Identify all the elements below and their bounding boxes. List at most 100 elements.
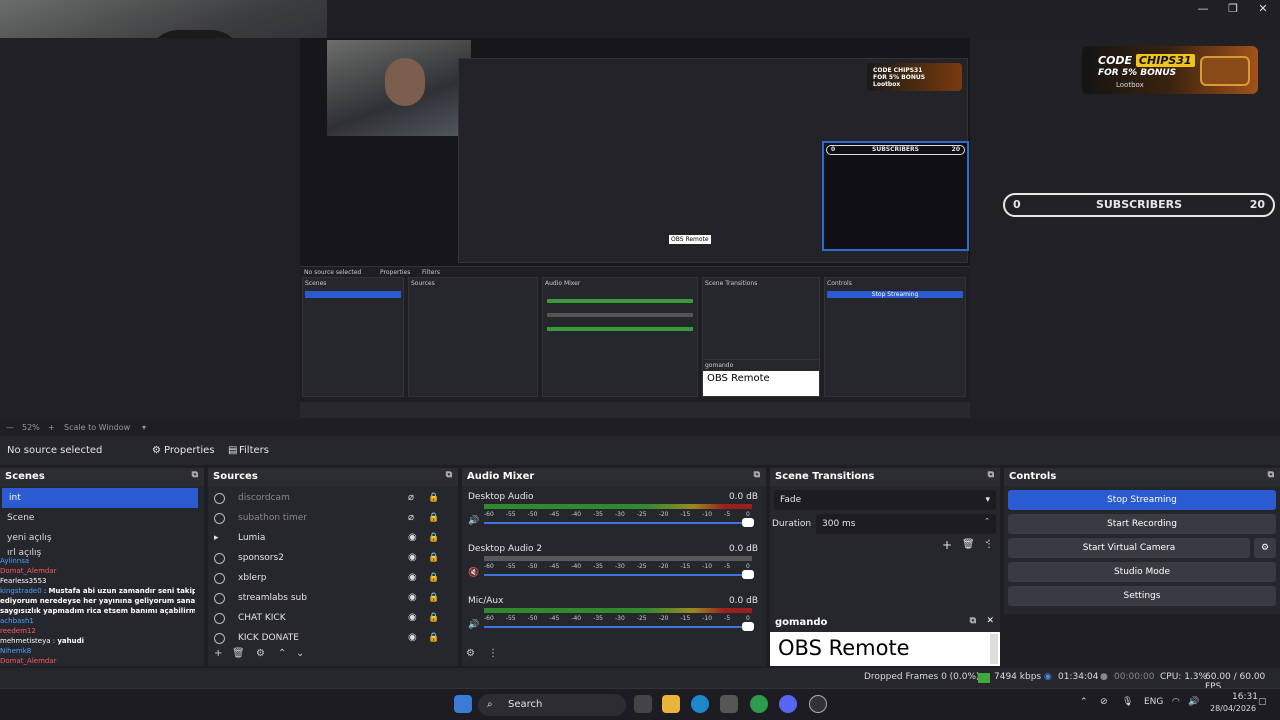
program-preview[interactable]: OBS Remote CODE CHIPS31 FOR 5% BONUS Loo… bbox=[0, 38, 1280, 420]
source-item[interactable]: subathon timer ⌀ 🔒 bbox=[208, 508, 458, 528]
notification-icon[interactable]: ▢ bbox=[1258, 697, 1267, 707]
trash-icon[interactable]: 🗑 bbox=[962, 539, 975, 550]
popout-icon[interactable]: ⧉ bbox=[970, 616, 976, 626]
source-item[interactable]: streamlabs sub ◉ 🔒 bbox=[208, 588, 458, 608]
discord-icon[interactable] bbox=[779, 695, 797, 713]
speaker-icon[interactable]: 🔊 bbox=[468, 516, 479, 526]
muted-speaker-icon[interactable]: 🔇 bbox=[468, 568, 479, 578]
gear-icon[interactable]: ⚙ bbox=[1254, 538, 1276, 558]
chat-username: reedem12 bbox=[0, 627, 36, 635]
meter-tick: -20 bbox=[658, 511, 669, 518]
language-indicator[interactable]: ENG bbox=[1144, 697, 1163, 707]
obs-icon[interactable] bbox=[809, 695, 827, 713]
sources-dock: Sources ⧉ discordcam ⌀ 🔒 subathon timer ⌀ 🔒 ▸ Lu… bbox=[208, 468, 458, 666]
volume-icon[interactable]: 🔊 bbox=[1188, 697, 1199, 707]
popout-icon[interactable]: ⧉ bbox=[988, 470, 994, 480]
chevron-up-icon[interactable]: ⌃ bbox=[1080, 697, 1088, 707]
sources-toolbar: + 🗑 ⚙ ⌃ ⌄ bbox=[208, 646, 458, 664]
popout-icon[interactable]: ⧉ bbox=[192, 470, 198, 480]
volume-slider[interactable] bbox=[484, 574, 746, 576]
scrollbar[interactable] bbox=[990, 634, 998, 664]
transition-select[interactable]: Fade ▾ bbox=[774, 490, 996, 510]
eye-hidden-icon[interactable]: ⌀ bbox=[408, 508, 414, 528]
scene-item[interactable]: Scene bbox=[0, 508, 204, 528]
lock-icon[interactable]: 🔒 bbox=[428, 508, 439, 528]
scale-to-window[interactable]: Scale to Window bbox=[64, 423, 130, 432]
network-off-icon[interactable]: ⊘ bbox=[1100, 697, 1108, 707]
source-item[interactable]: sponsors2 ◉ 🔒 bbox=[208, 548, 458, 568]
chevron-up-icon[interactable]: ⌃ bbox=[278, 648, 286, 659]
filter-icon[interactable]: ▤ bbox=[228, 445, 237, 456]
settings-button[interactable]: Settings bbox=[1008, 586, 1276, 606]
start-recording-button[interactable]: Start Recording bbox=[1008, 514, 1276, 534]
lock-icon[interactable]: 🔒 bbox=[428, 488, 439, 508]
wifi-icon[interactable]: ◠ bbox=[1172, 697, 1180, 707]
close-button[interactable]: ✕ bbox=[1248, 2, 1278, 16]
gear-icon[interactable]: ⚙ bbox=[152, 445, 161, 456]
chevron-down-icon[interactable]: ⌄ bbox=[296, 648, 304, 659]
volume-slider-handle[interactable] bbox=[742, 622, 754, 631]
add-icon[interactable]: + bbox=[942, 538, 952, 552]
edge-icon[interactable] bbox=[691, 695, 709, 713]
eye-icon[interactable]: ◉ bbox=[408, 548, 417, 568]
eye-hidden-icon[interactable]: ⌀ bbox=[408, 488, 414, 508]
popout-icon[interactable]: ⧉ bbox=[1268, 470, 1274, 480]
clock-time[interactable]: 16:31 bbox=[1232, 692, 1258, 702]
studio-mode-button[interactable]: Studio Mode bbox=[1008, 562, 1276, 582]
store-icon[interactable] bbox=[720, 695, 738, 713]
volume-slider-handle[interactable] bbox=[742, 570, 754, 579]
kebab-menu-icon[interactable]: ⋮ bbox=[984, 539, 994, 550]
minus-icon[interactable]: — bbox=[6, 423, 14, 432]
stop-streaming-button[interactable]: Stop Streaming bbox=[1008, 490, 1276, 510]
scene-item[interactable]: yeni açılış bbox=[0, 528, 204, 548]
source-item[interactable]: xblerp ◉ 🔒 bbox=[208, 568, 458, 588]
chrome-icon[interactable] bbox=[750, 695, 768, 713]
eye-icon[interactable]: ◉ bbox=[408, 528, 417, 548]
source-item[interactable]: KICK DONATE ◉ 🔒 bbox=[208, 628, 458, 648]
gear-icon[interactable]: ⚙ bbox=[466, 648, 475, 659]
properties-button[interactable]: Properties bbox=[164, 445, 215, 456]
windows-start-icon[interactable] bbox=[454, 695, 472, 713]
lock-icon[interactable]: 🔒 bbox=[428, 588, 439, 608]
lock-icon[interactable]: 🔒 bbox=[428, 548, 439, 568]
source-name: xblerp bbox=[238, 573, 267, 583]
lock-icon[interactable]: 🔒 bbox=[428, 568, 439, 588]
microphone-icon[interactable]: 🎙 bbox=[1122, 697, 1133, 707]
task-view-icon[interactable] bbox=[634, 695, 652, 713]
duration-input[interactable]: 300 ms ⌃ ⌄ bbox=[816, 514, 996, 545]
eye-icon[interactable]: ◉ bbox=[408, 628, 417, 648]
lock-icon[interactable]: 🔒 bbox=[428, 628, 439, 648]
source-item[interactable]: ▸ Lumia ◉ 🔒 bbox=[208, 528, 458, 548]
speaker-icon[interactable]: 🔊 bbox=[468, 620, 479, 630]
lock-icon[interactable]: 🔒 bbox=[428, 528, 439, 548]
eye-icon[interactable]: ◉ bbox=[408, 568, 417, 588]
close-icon[interactable]: ✕ bbox=[986, 616, 994, 626]
plus-icon[interactable]: + bbox=[48, 423, 55, 432]
add-icon[interactable]: + bbox=[214, 648, 222, 659]
nested-promo-code: CODE CHIPS31 bbox=[873, 67, 923, 74]
minimize-button[interactable]: — bbox=[1188, 2, 1218, 16]
kebab-menu-icon[interactable]: ⋮ bbox=[488, 648, 498, 659]
popout-icon[interactable]: ⧉ bbox=[446, 470, 452, 480]
channel-db: 0.0 dB bbox=[728, 596, 758, 606]
filters-button[interactable]: Filters bbox=[239, 445, 269, 456]
volume-slider[interactable] bbox=[484, 626, 746, 628]
gear-icon[interactable]: ⚙ bbox=[256, 648, 265, 659]
file-explorer-icon[interactable] bbox=[662, 695, 680, 713]
source-item[interactable]: discordcam ⌀ 🔒 bbox=[208, 488, 458, 508]
volume-slider[interactable] bbox=[484, 522, 746, 524]
duration-label: Duration bbox=[772, 519, 812, 529]
lock-icon[interactable]: 🔒 bbox=[428, 608, 439, 628]
eye-icon[interactable]: ◉ bbox=[408, 608, 417, 628]
trash-icon[interactable]: 🗑 bbox=[232, 648, 245, 659]
eye-icon[interactable]: ◉ bbox=[408, 588, 417, 608]
clock-date[interactable]: 28/04/2026 bbox=[1210, 704, 1256, 713]
volume-slider-handle[interactable] bbox=[742, 518, 754, 527]
taskbar-search[interactable]: ⌕ Search bbox=[478, 694, 626, 716]
chevron-down-icon[interactable]: ▾ bbox=[142, 423, 146, 432]
popout-icon[interactable]: ⧉ bbox=[754, 470, 760, 480]
scene-item[interactable]: int bbox=[2, 488, 198, 508]
maximize-button[interactable]: ❐ bbox=[1218, 2, 1248, 16]
source-item[interactable]: CHAT KICK ◉ 🔒 bbox=[208, 608, 458, 628]
start-virtual-camera-button[interactable]: Start Virtual Camera bbox=[1008, 538, 1250, 558]
